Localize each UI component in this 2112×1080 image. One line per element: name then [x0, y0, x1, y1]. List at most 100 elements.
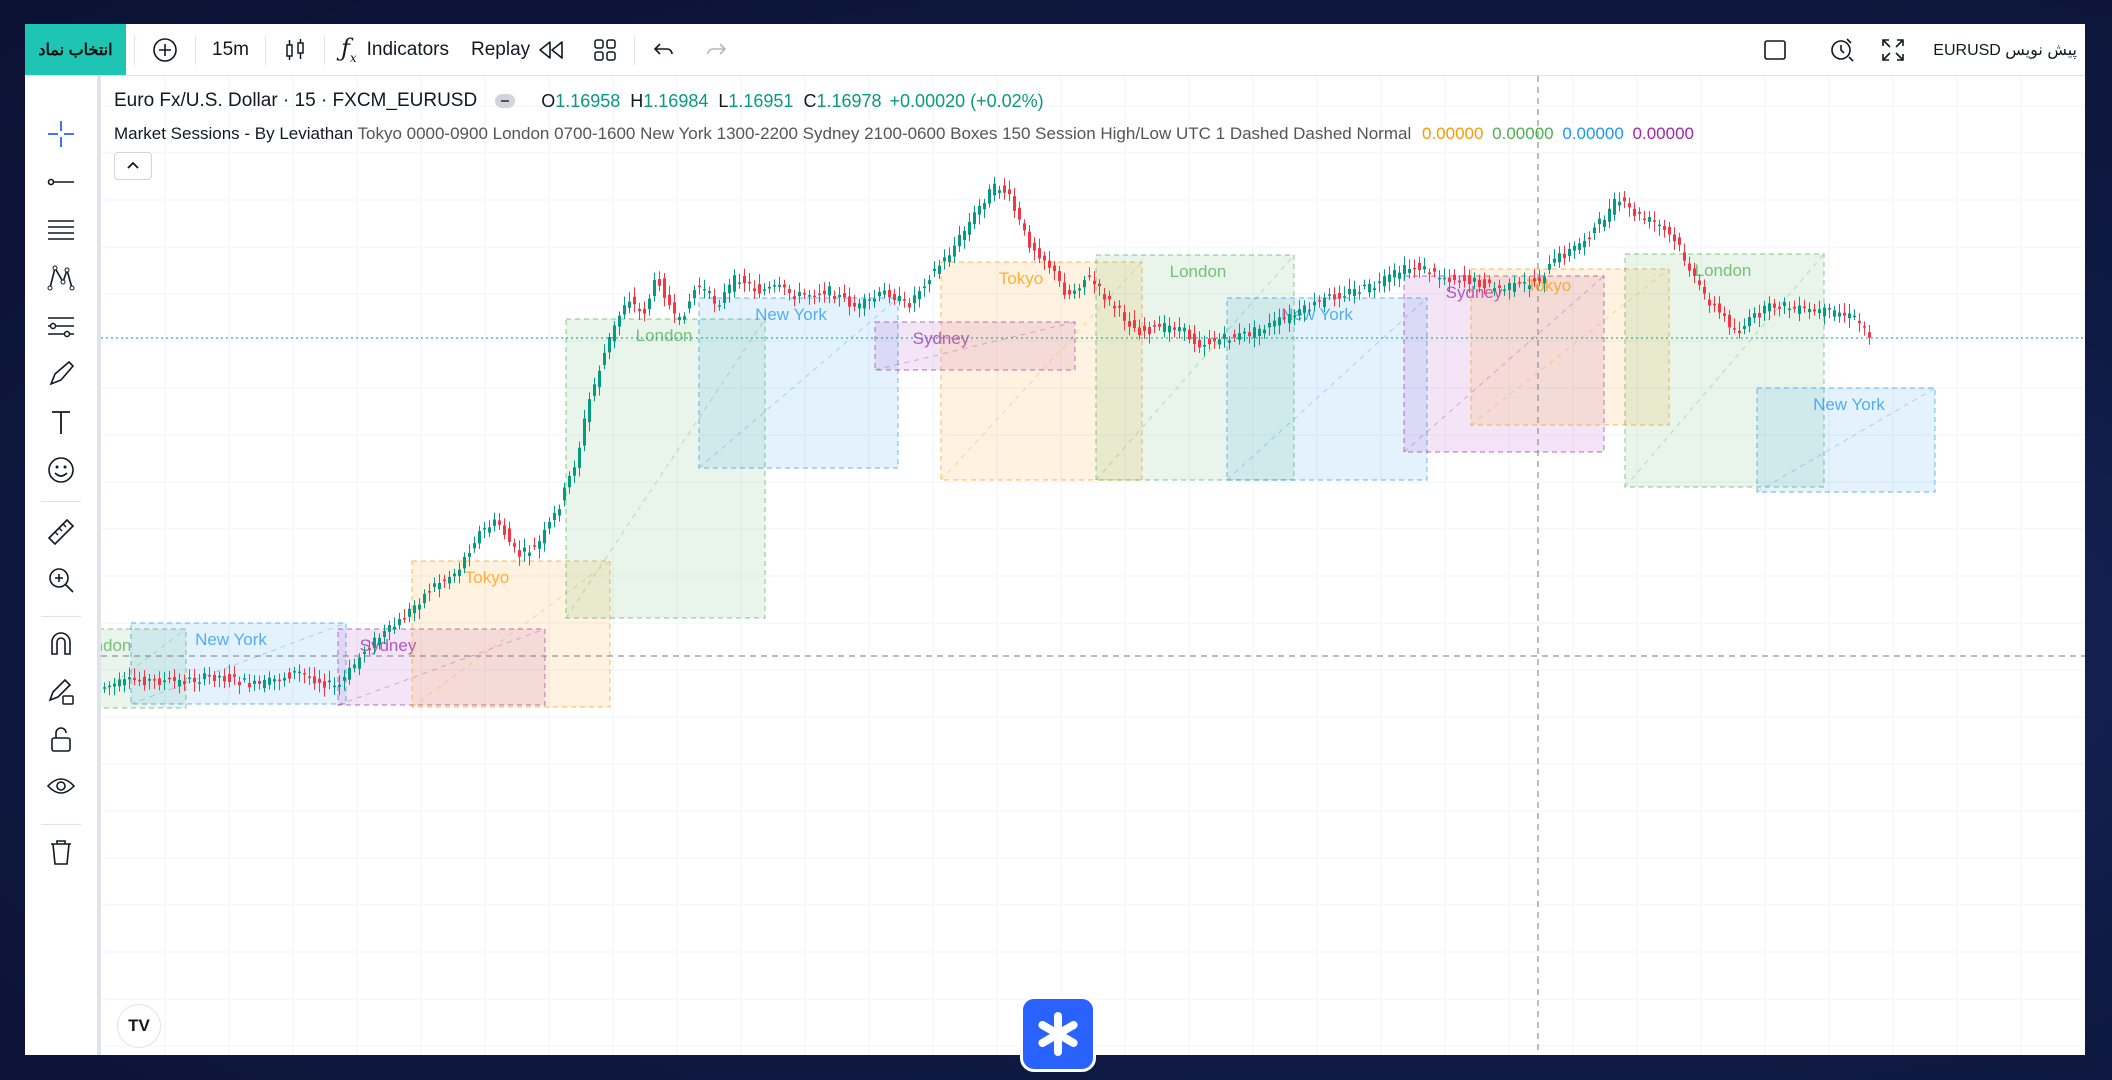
candle-body — [943, 257, 946, 262]
candle-body — [1238, 333, 1241, 340]
candle-body — [203, 673, 206, 680]
toolbar-divider — [323, 34, 325, 65]
candle-body — [848, 296, 851, 307]
indicator-value-tokyo: 0.00000 — [1421, 124, 1484, 143]
candle-body — [788, 289, 791, 293]
candle-body — [1403, 265, 1406, 275]
candle-body — [1338, 292, 1341, 299]
candle-body — [793, 296, 796, 300]
candle-body — [598, 370, 601, 388]
candle-body — [1498, 285, 1501, 288]
text-icon[interactable] — [45, 406, 77, 438]
candle-body — [1278, 317, 1281, 326]
unlock-icon[interactable] — [45, 724, 77, 756]
candle-body — [1033, 242, 1036, 251]
candle-body — [1508, 283, 1511, 291]
candle-body — [678, 316, 681, 321]
candle-body — [478, 531, 481, 544]
pattern-icon[interactable] — [45, 262, 77, 294]
candle-body — [1398, 272, 1401, 279]
collapse-legend-button[interactable] — [114, 152, 152, 180]
candle-body — [1653, 220, 1656, 222]
alert-clock-icon[interactable] — [1819, 30, 1865, 70]
symbol-legend: Euro Fx/U.S. Dollar · 15 · FXCM_EURUSD O… — [114, 90, 1044, 112]
candle-body — [1103, 294, 1106, 300]
candle-body — [1198, 339, 1201, 348]
candle-body — [1503, 289, 1506, 292]
indicator-params: Tokyo 0000-0900 London 0700-1600 New Yor… — [357, 124, 1412, 143]
candle-body — [1353, 288, 1356, 297]
candle-body — [753, 288, 756, 292]
function-icon: ƒx — [340, 34, 357, 65]
candle-body — [1593, 227, 1596, 234]
candle-body — [1063, 282, 1066, 295]
candles-icon[interactable] — [274, 30, 316, 70]
candle-body — [1703, 286, 1706, 294]
candle-body — [113, 683, 116, 687]
candle-body — [1443, 277, 1446, 280]
candle-body — [1423, 266, 1426, 270]
indicator-name[interactable]: Market Sessions - By Leviathan — [114, 124, 353, 143]
session-label: New York — [1813, 395, 1885, 414]
candle-body — [808, 295, 811, 297]
candle-body — [1328, 294, 1331, 296]
replay-button[interactable]: Replay — [463, 30, 574, 70]
candle-body — [488, 527, 491, 533]
candle-body — [1553, 258, 1556, 263]
symbol-title[interactable]: Euro Fx/U.S. Dollar · 15 · FXCM_EURUSD — [114, 90, 477, 112]
candle-body — [1708, 299, 1711, 306]
candle-body — [1343, 296, 1346, 298]
projection-icon[interactable] — [45, 310, 77, 342]
candle-body — [1463, 274, 1466, 282]
layout-grid-icon[interactable] — [584, 30, 626, 70]
toolbar-divider — [195, 34, 196, 65]
candle-body — [648, 298, 651, 310]
zoom-in-icon[interactable] — [45, 564, 77, 596]
candle-body — [1478, 279, 1481, 287]
compare-add-icon[interactable] — [143, 30, 187, 70]
fullscreen-square-icon[interactable] — [1753, 30, 1797, 70]
lock-drawing-icon[interactable] — [45, 676, 77, 708]
asterisk-badge-icon[interactable] — [1020, 996, 1096, 1072]
price-chart[interactable]: LondonNew YorkSydneyTokyoLondonNew YorkS… — [75, 76, 2085, 1055]
ruler-icon[interactable] — [45, 516, 77, 548]
candle-body — [723, 292, 726, 303]
brush-icon[interactable] — [45, 358, 77, 390]
candle-body — [1393, 270, 1396, 278]
expand-icon[interactable] — [1871, 30, 1915, 70]
candle-body — [998, 190, 1001, 193]
emoji-icon[interactable] — [45, 454, 77, 486]
chart-pane[interactable]: LondonNew YorkSydneyTokyoLondonNew YorkS… — [75, 76, 2085, 1055]
candle-body — [1628, 203, 1631, 208]
candle-body — [1673, 234, 1676, 242]
fib-lines-icon[interactable] — [45, 214, 77, 246]
candle-body — [1233, 334, 1236, 338]
trash-icon[interactable] — [45, 836, 77, 868]
candle-body — [183, 681, 186, 685]
candle-body — [523, 547, 526, 552]
interval-button[interactable]: 15m — [204, 30, 257, 70]
candle-body — [1323, 297, 1326, 307]
symbol-name-right[interactable]: EURUSD پیش نویس — [1925, 30, 2085, 70]
candle-body — [168, 677, 171, 680]
candle-body — [1453, 274, 1456, 281]
candle-body — [1743, 326, 1746, 329]
tradingview-logo[interactable]: TV — [117, 1004, 161, 1048]
candle-body — [1283, 317, 1286, 320]
undo-icon[interactable] — [643, 30, 685, 70]
eye-icon[interactable] — [45, 772, 77, 804]
legend-toggle-icon[interactable] — [495, 94, 516, 108]
indicator-legend: Market Sessions - By Leviathan Tokyo 000… — [114, 124, 1694, 144]
magnet-icon[interactable] — [45, 628, 77, 660]
candle-body — [768, 286, 771, 289]
indicators-button[interactable]: ƒx Indicators — [333, 30, 457, 70]
candle-body — [1168, 325, 1171, 333]
candle-body — [1303, 305, 1306, 313]
trend-line-icon[interactable] — [45, 166, 77, 198]
redo-icon[interactable] — [695, 30, 737, 70]
symbol-search-button[interactable]: انتخاب نماد — [25, 24, 126, 75]
candle-body — [693, 290, 696, 299]
candle-body — [198, 682, 201, 684]
candle-body — [528, 552, 531, 556]
crosshair-icon[interactable] — [45, 118, 77, 150]
